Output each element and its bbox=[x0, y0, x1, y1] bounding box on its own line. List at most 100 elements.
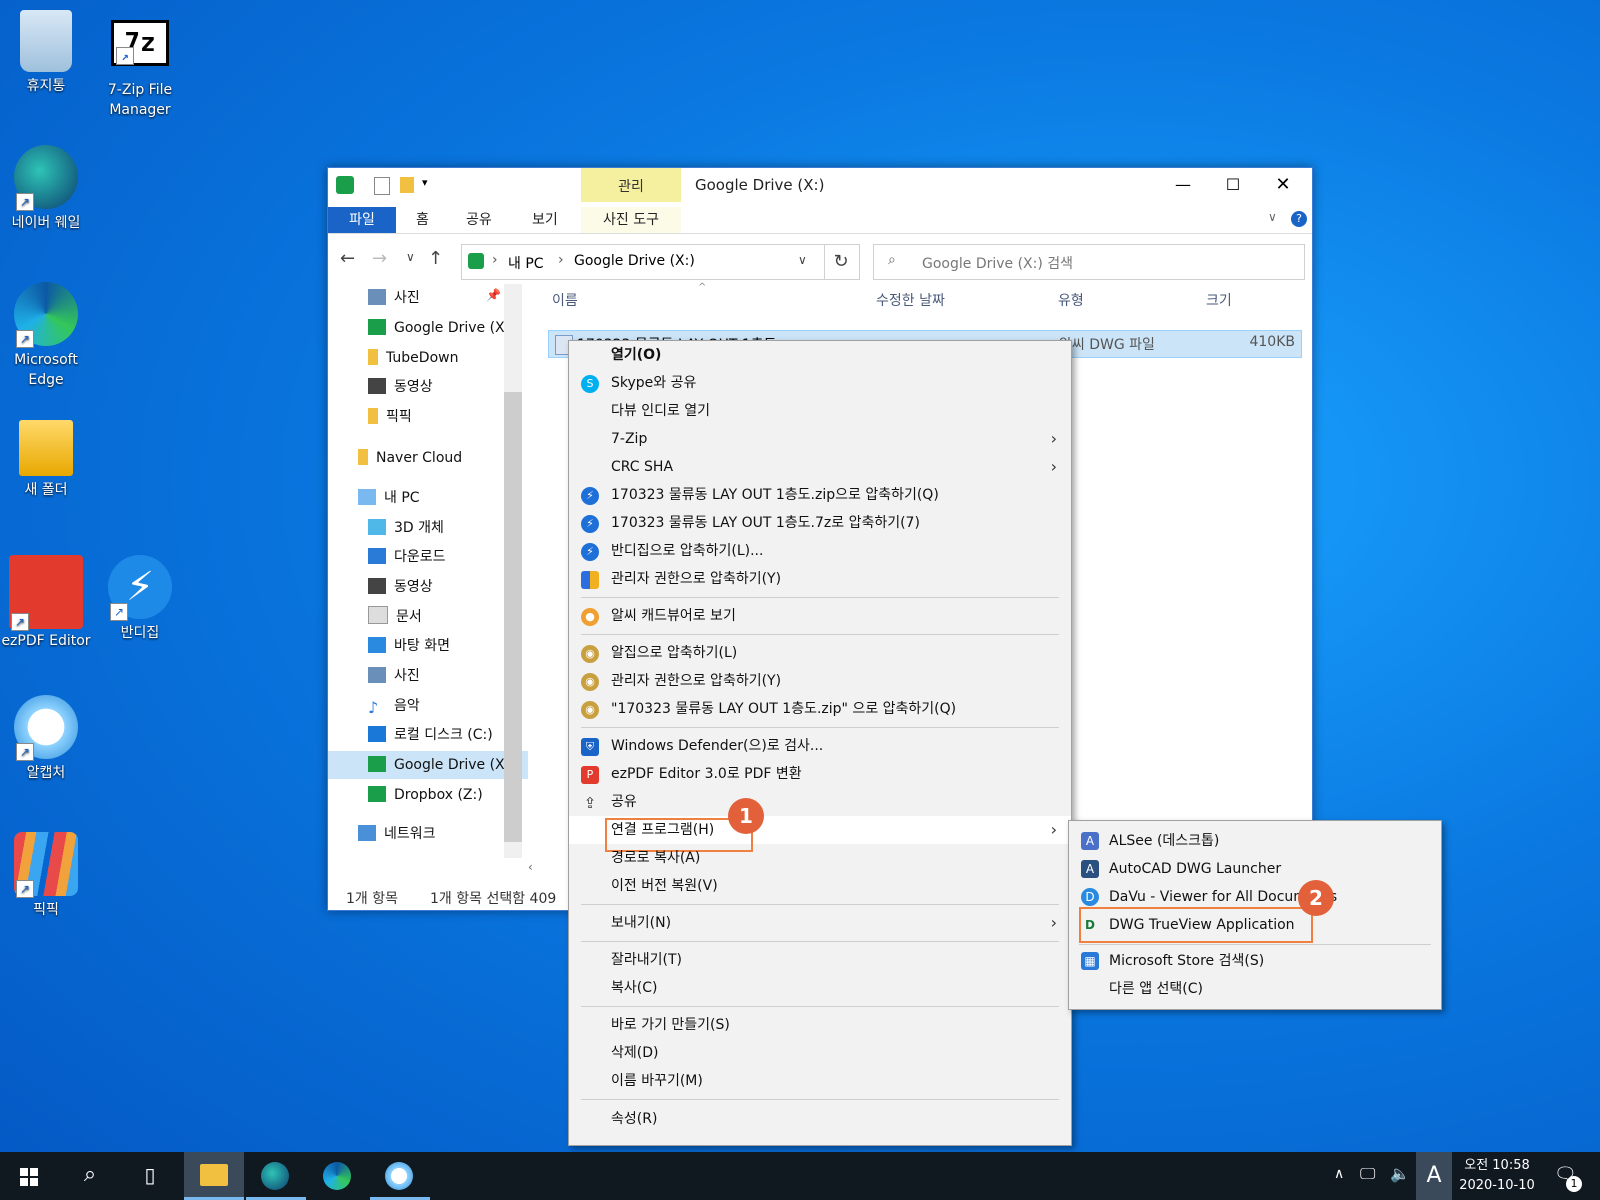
start-button[interactable] bbox=[0, 1152, 60, 1200]
show-hidden-icons-icon[interactable]: ∧ bbox=[1334, 1166, 1344, 1182]
desktop-icon-edge[interactable]: ↗ Microsoft Edge bbox=[0, 282, 92, 390]
desktop-icon-ezpdf[interactable]: ↗ ezPDF Editor bbox=[0, 555, 92, 651]
menu-item-open[interactable]: 열기(O) bbox=[569, 341, 1071, 369]
nav-item-local-disk-c[interactable]: 로컬 디스크 (C:) bbox=[368, 721, 493, 749]
desktop-icon-recycle-bin[interactable]: 휴지통 bbox=[0, 10, 92, 96]
close-button[interactable]: ✕ bbox=[1260, 170, 1306, 200]
submenu-item-microsoft-store[interactable]: ▦ Microsoft Store 검색(S) bbox=[1069, 947, 1441, 975]
menu-item-share[interactable]: ⇪ 공유 bbox=[569, 788, 1071, 816]
nav-scrollbar[interactable] bbox=[504, 284, 522, 858]
address-bar[interactable]: › 내 PC › Google Drive (X:) ∨ bbox=[461, 244, 825, 280]
menu-item-ezpdf-convert[interactable]: PezPDF Editor 3.0로 PDF 변환 bbox=[569, 760, 1071, 788]
taskbar-edge[interactable] bbox=[308, 1152, 368, 1200]
nav-item-my-pc[interactable]: 내 PC bbox=[358, 484, 420, 512]
menu-item-alzip-zip[interactable]: ◉ "170323 물류동 LAY OUT 1층도.zip" 으로 압축하기(Q) bbox=[569, 695, 1071, 723]
menu-item-send-to[interactable]: 보내기(N) › bbox=[569, 909, 1071, 937]
nav-item-downloads[interactable]: 다운로드 bbox=[368, 543, 446, 571]
tab-share[interactable]: 공유 bbox=[466, 207, 492, 233]
column-header-size[interactable]: 크기 bbox=[1206, 290, 1232, 310]
submenu-item-alsee[interactable]: A ALSee (데스크톱) bbox=[1069, 827, 1441, 855]
back-arrow-icon[interactable]: ← bbox=[340, 248, 355, 269]
nav-item-naver-cloud[interactable]: Naver Cloud bbox=[358, 444, 462, 472]
column-header-name[interactable]: 이름 bbox=[552, 290, 578, 310]
nav-item-photos-quick[interactable]: 사진 bbox=[368, 284, 420, 312]
nav-item-documents[interactable]: 문서 bbox=[368, 603, 422, 631]
minimize-button[interactable]: — bbox=[1160, 170, 1206, 200]
manage-context-tab[interactable]: 관리 bbox=[581, 168, 681, 202]
taskbar-whale[interactable] bbox=[246, 1152, 306, 1200]
menu-item-bandizip-7z[interactable]: ⚡ 170323 물류동 LAY OUT 1층도.7z로 압축하기(7) bbox=[569, 509, 1071, 537]
nav-scrollbar-thumb[interactable] bbox=[504, 392, 522, 842]
menu-item-alzip-admin[interactable]: ◉ 관리자 권한으로 압축하기(Y) bbox=[569, 667, 1071, 695]
menu-item-bandizip-zip[interactable]: ⚡ 170323 물류동 LAY OUT 1층도.zip으로 압축하기(Q) bbox=[569, 481, 1071, 509]
nav-item-tubedown[interactable]: TubeDown bbox=[368, 344, 458, 372]
nav-item-videos-quick[interactable]: 동영상 bbox=[368, 373, 433, 401]
column-header-date[interactable]: 수정한 날짜 bbox=[876, 290, 945, 310]
menu-item-restore-previous[interactable]: 이전 버전 복원(V) bbox=[569, 872, 1071, 900]
search-box[interactable]: ⌕ Google Drive (X:) 검색 bbox=[873, 244, 1305, 280]
refresh-button[interactable]: ↻ bbox=[823, 244, 860, 280]
nav-item-desktop[interactable]: 바탕 화면 bbox=[368, 632, 450, 660]
nav-item-dropbox[interactable]: Dropbox (Z:) bbox=[368, 781, 483, 809]
clock[interactable]: 오전 10:58 2020-10-10 bbox=[1456, 1156, 1538, 1196]
menu-item-bandizip-admin[interactable]: 관리자 권한으로 압축하기(Y) bbox=[569, 565, 1071, 593]
menu-item-defender-scan[interactable]: ⛨ Windows Defender(으)로 검사... bbox=[569, 732, 1071, 760]
recent-locations-icon[interactable]: ∨ bbox=[406, 250, 415, 264]
menu-item-skype-share[interactable]: S Skype와 공유 bbox=[569, 369, 1071, 397]
nav-item-google-drive-quick[interactable]: Google Drive (X bbox=[368, 314, 505, 342]
new-folder-icon[interactable] bbox=[400, 177, 414, 193]
expand-ribbon-icon[interactable]: ∨ bbox=[1268, 210, 1277, 224]
desktop-icon-whale[interactable]: ↗ 네이버 웨일 bbox=[0, 145, 92, 233]
desktop-icon-alcapture[interactable]: ↗ 알캡처 bbox=[0, 695, 92, 783]
menu-item-cut[interactable]: 잘라내기(T) bbox=[569, 946, 1071, 974]
tab-home[interactable]: 홈 bbox=[416, 207, 429, 233]
menu-item-rename[interactable]: 이름 바꾸기(M) bbox=[569, 1067, 1071, 1095]
network-tray-icon[interactable]: 🖵 bbox=[1360, 1164, 1375, 1184]
menu-item-properties[interactable]: 속성(R) bbox=[569, 1105, 1071, 1133]
tab-view[interactable]: 보기 bbox=[532, 207, 558, 233]
nav-item-google-drive-x[interactable]: Google Drive (X bbox=[328, 751, 528, 779]
menu-item-7zip[interactable]: 7-Zip › bbox=[569, 425, 1071, 453]
breadcrumb-my-pc[interactable]: 내 PC bbox=[508, 253, 544, 273]
forward-arrow-icon[interactable]: → bbox=[372, 248, 387, 269]
maximize-button[interactable]: ☐ bbox=[1210, 170, 1256, 200]
address-dropdown-icon[interactable]: ∨ bbox=[798, 253, 807, 267]
task-view-icon[interactable]: ▯ bbox=[120, 1152, 180, 1200]
menu-item-copy[interactable]: 복사(C) bbox=[569, 974, 1071, 1002]
desktop-icon-picpick[interactable]: ↗ 픽픽 bbox=[0, 832, 92, 920]
desktop-icon-new-folder[interactable]: 새 폴더 bbox=[0, 420, 92, 500]
taskbar-alcapture[interactable] bbox=[370, 1152, 430, 1200]
nav-item-music[interactable]: ♪ 음악 bbox=[368, 692, 420, 720]
menu-item-bandizip-compress[interactable]: ⚡ 반디집으로 압축하기(L)... bbox=[569, 537, 1071, 565]
column-header-type[interactable]: 유형 bbox=[1058, 290, 1084, 310]
desktop-icon-7zip[interactable]: 7z ↗ 7-Zip File Manager bbox=[94, 10, 186, 120]
nav-item-network[interactable]: 네트워크 bbox=[358, 820, 436, 848]
menu-item-alzip-compress[interactable]: ◉ 알집으로 압축하기(L) bbox=[569, 639, 1071, 667]
search-taskbar-icon[interactable]: ⌕ bbox=[60, 1152, 120, 1200]
nav-item-3d-objects[interactable]: 3D 개체 bbox=[368, 514, 444, 542]
volume-icon[interactable]: 🔈 bbox=[1390, 1164, 1410, 1183]
menu-item-dabue-indi[interactable]: 다뷰 인디로 열기 bbox=[569, 397, 1071, 425]
menu-item-crc-sha[interactable]: CRC SHA › bbox=[569, 453, 1071, 481]
breadcrumb-google-drive[interactable]: Google Drive (X:) bbox=[574, 253, 695, 269]
ime-indicator[interactable]: A bbox=[1416, 1152, 1452, 1200]
menu-item-copy-path[interactable]: 경로로 복사(A) bbox=[569, 844, 1071, 872]
horizontal-scroll-left-icon[interactable]: ‹ bbox=[528, 860, 568, 878]
desktop-icon-bandizip[interactable]: ⚡ ↗ 반디집 bbox=[94, 555, 186, 643]
help-icon[interactable]: ? bbox=[1291, 211, 1307, 227]
up-arrow-icon[interactable]: ↑ bbox=[428, 248, 443, 269]
windows-logo-icon bbox=[20, 1168, 38, 1186]
menu-item-alsee-cadviewer[interactable]: ● 알씨 캐드뷰어로 보기 bbox=[569, 602, 1071, 630]
nav-item-picpick[interactable]: 픽픽 bbox=[368, 403, 412, 431]
submenu-item-autocad-launcher[interactable]: A AutoCAD DWG Launcher bbox=[1069, 855, 1441, 883]
tab-picture-tools[interactable]: 사진 도구 bbox=[581, 207, 681, 233]
taskbar-file-explorer[interactable] bbox=[184, 1152, 244, 1200]
submenu-item-choose-another-app[interactable]: 다른 앱 선택(C) bbox=[1069, 975, 1441, 1003]
nav-item-videos[interactable]: 동영상 bbox=[368, 573, 433, 601]
quick-access-dropdown-icon[interactable]: ▾ bbox=[422, 176, 428, 189]
menu-item-delete[interactable]: 삭제(D) bbox=[569, 1039, 1071, 1067]
nav-item-photos[interactable]: 사진 bbox=[368, 662, 420, 690]
tab-file[interactable]: 파일 bbox=[328, 207, 396, 233]
menu-item-create-shortcut[interactable]: 바로 가기 만들기(S) bbox=[569, 1011, 1071, 1039]
properties-icon[interactable] bbox=[374, 177, 390, 195]
